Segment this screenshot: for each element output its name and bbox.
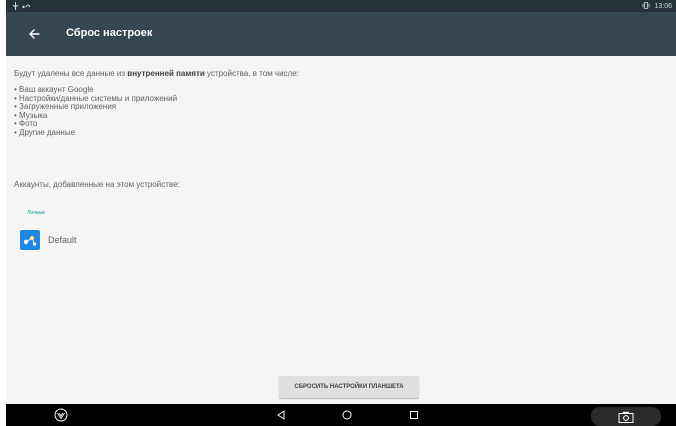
home-icon[interactable] [336, 404, 358, 426]
app-symbol-icon[interactable] [49, 404, 73, 426]
usb-icon [12, 2, 19, 12]
back-icon[interactable] [270, 404, 292, 426]
page-title: Сброс настроек [66, 27, 153, 39]
status-bar: 13:06 [6, 0, 676, 12]
account-item-default[interactable]: Default [20, 230, 260, 250]
tablet-screen: 13:06 Сброс настроек Будут удалены все д… [6, 0, 676, 426]
list-item: Другие данные [14, 128, 177, 138]
reset-content: Будут удалены все данные из внутренней п… [6, 56, 676, 404]
navigation-bar [6, 404, 676, 426]
section-label-personal: Личные [27, 210, 46, 216]
status-time: 13:06 [654, 3, 672, 10]
screenshot-icon[interactable] [591, 407, 661, 426]
back-arrow-icon[interactable] [22, 22, 46, 46]
vibrate-icon [642, 2, 650, 11]
intro-text: Будут удалены все данные из внутренней п… [14, 69, 299, 78]
account-app-icon [20, 230, 40, 250]
signal-icon [22, 3, 31, 11]
accounts-label: Аккаунты, добавленные на этом устройстве… [14, 180, 180, 189]
account-name: Default [48, 235, 77, 245]
reset-tablet-button[interactable]: СБРОСИТЬ НАСТРОЙКИ ПЛАНШЕТА [279, 376, 419, 398]
list-item: Музыка [14, 111, 177, 121]
recents-icon[interactable] [403, 404, 425, 426]
data-items-list: Ваш аккаунт Google Настройки/данные сист… [14, 85, 177, 138]
app-bar: Сброс настроек [6, 12, 676, 56]
